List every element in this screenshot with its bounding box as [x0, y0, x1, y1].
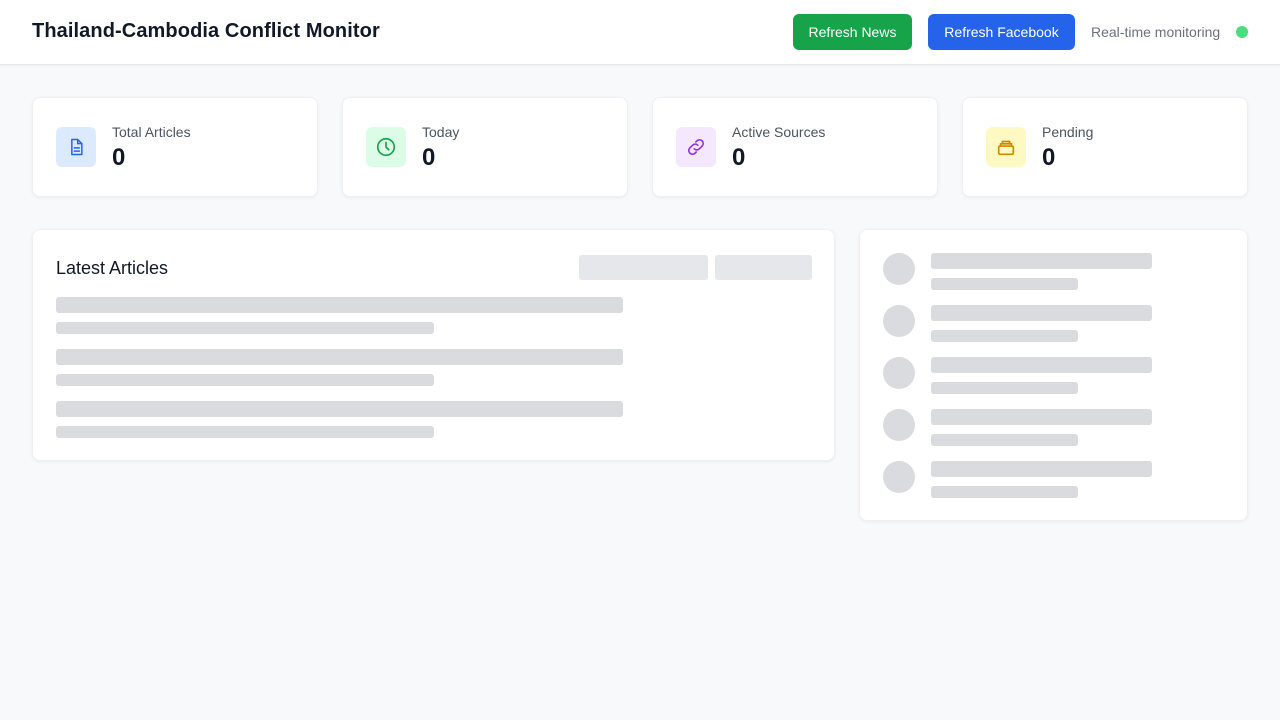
refresh-facebook-button[interactable]: Refresh Facebook [928, 14, 1075, 50]
stat-value: 0 [1042, 144, 1056, 171]
status-indicator-dot [1236, 26, 1248, 38]
monitoring-status-text: Real-time monitoring [1091, 24, 1221, 40]
source-skeleton-title [931, 305, 1152, 321]
refresh-news-button[interactable]: Refresh News [793, 14, 912, 50]
stat-value: 0 [422, 144, 436, 171]
avatar-skeleton [883, 461, 915, 493]
stat-label: Today [422, 124, 460, 140]
inbox-stack-icon [986, 127, 1026, 167]
link-icon [676, 127, 716, 167]
filter-placeholder[interactable] [579, 255, 708, 280]
app-header: Thailand-Cambodia Conflict Monitor Refre… [0, 0, 1280, 65]
article-skeleton-title [56, 297, 623, 313]
stat-card-total-articles: Total Articles 0 [32, 97, 318, 197]
sort-placeholder[interactable] [715, 255, 812, 280]
source-skeleton-line [931, 382, 1078, 394]
stat-card-pending: Pending 0 [962, 97, 1248, 197]
stat-label: Active Sources [732, 124, 826, 140]
stat-label: Pending [1042, 124, 1094, 140]
stat-label: Total Articles [112, 124, 191, 140]
source-skeleton-title [931, 409, 1152, 425]
stat-card-active-sources: Active Sources 0 [652, 97, 938, 197]
article-skeleton-line [56, 374, 434, 386]
source-skeleton-title [931, 461, 1152, 477]
article-skeleton-line [56, 322, 434, 334]
source-skeleton-line [931, 278, 1078, 290]
avatar-skeleton [883, 409, 915, 441]
page-title: Thailand-Cambodia Conflict Monitor [32, 20, 380, 42]
avatar-skeleton [883, 305, 915, 337]
latest-articles-panel: Latest Articles [32, 229, 835, 461]
source-skeleton-title [931, 253, 1152, 269]
document-icon [56, 127, 96, 167]
stat-value: 0 [732, 144, 746, 171]
avatar-skeleton [883, 253, 915, 285]
source-skeleton-line [931, 434, 1078, 446]
source-skeleton-title [931, 357, 1152, 373]
stat-card-today: Today 0 [342, 97, 628, 197]
article-skeleton-title [56, 349, 623, 365]
source-skeleton-line [931, 486, 1078, 498]
sources-panel [859, 229, 1248, 521]
clock-icon [366, 127, 406, 167]
stat-value: 0 [112, 144, 126, 171]
article-skeleton-title [56, 401, 623, 417]
source-skeleton-line [931, 330, 1078, 342]
article-skeleton-line [56, 426, 434, 438]
avatar-skeleton [883, 357, 915, 389]
latest-articles-title: Latest Articles [56, 258, 169, 278]
